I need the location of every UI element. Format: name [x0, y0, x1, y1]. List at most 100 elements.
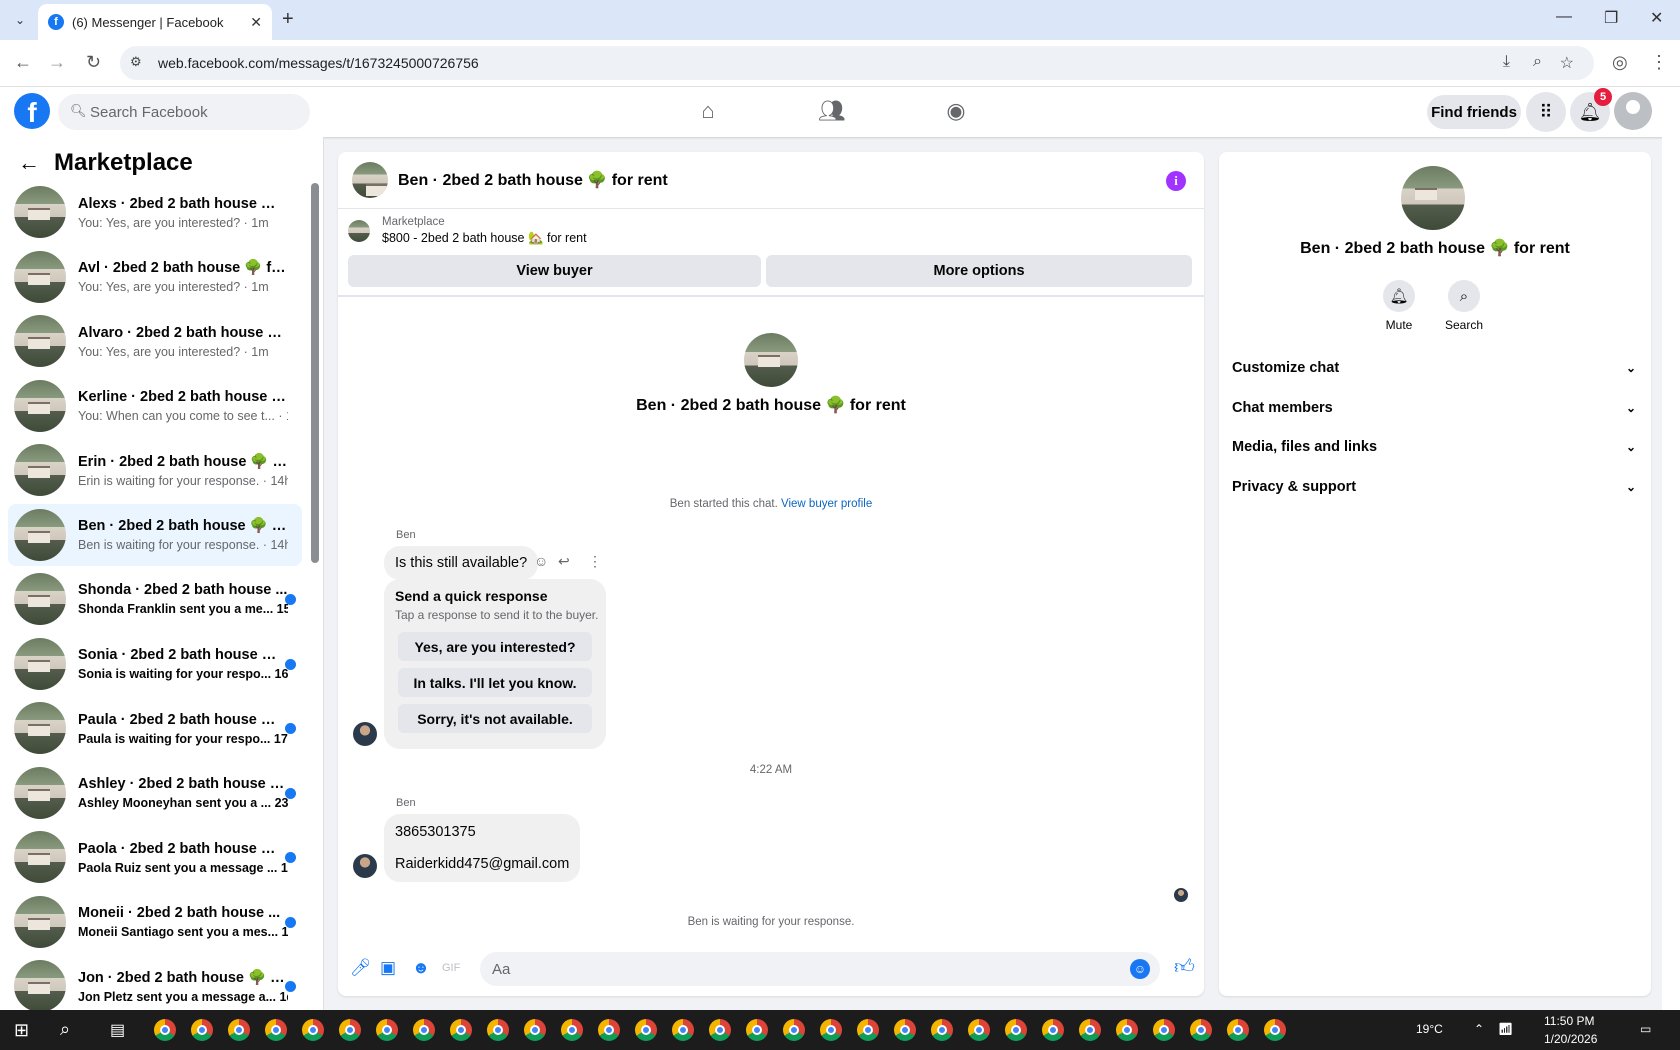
- restore-icon[interactable]: ❐: [1604, 8, 1618, 28]
- chrome-taskbar-icon[interactable]: [487, 1019, 509, 1041]
- new-tab-icon[interactable]: +: [282, 8, 294, 31]
- view-buyer-profile-link[interactable]: View buyer profile: [781, 498, 872, 510]
- conversation-item[interactable]: Alexs · 2bed 2 bath house 🌳 fo... You: Ye…: [8, 181, 302, 243]
- notification-center-icon[interactable]: ▭: [1640, 1022, 1651, 1036]
- chrome-taskbar-icon[interactable]: [709, 1019, 731, 1041]
- reply-icon[interactable]: ↩: [558, 553, 570, 570]
- chrome-taskbar-icon[interactable]: [191, 1019, 213, 1041]
- address-bar[interactable]: ⚙ web.facebook.com/messages/t/1673245000…: [120, 46, 1594, 80]
- sidebar-scrollbar[interactable]: [311, 183, 319, 563]
- sender-avatar[interactable]: [353, 722, 377, 746]
- forward-icon[interactable]: →: [48, 52, 66, 73]
- chrome-taskbar-icon[interactable]: [1190, 1019, 1212, 1041]
- chat-avatar[interactable]: [352, 162, 388, 198]
- search-input[interactable]: 🔍︎ Search Facebook: [58, 94, 310, 130]
- section-customize-chat[interactable]: Customize chat ⌄: [1232, 360, 1636, 376]
- chrome-taskbar-icon[interactable]: [1079, 1019, 1101, 1041]
- quick-reply-button[interactable]: Sorry, it's not available.: [398, 704, 592, 733]
- minimize-icon[interactable]: —: [1556, 8, 1572, 26]
- section-media-files[interactable]: Media, files and links ⌄: [1232, 439, 1636, 455]
- tab-search-icon[interactable]: ⌄: [8, 8, 32, 32]
- chrome-taskbar-icon[interactable]: [1005, 1019, 1027, 1041]
- chrome-taskbar-icon[interactable]: [635, 1019, 657, 1041]
- chrome-taskbar-icon[interactable]: [894, 1019, 916, 1041]
- sender-avatar[interactable]: [353, 854, 377, 878]
- chrome-taskbar-icon[interactable]: [1042, 1019, 1064, 1041]
- home-icon[interactable]: ⌂: [694, 97, 722, 125]
- account-avatar[interactable]: [1614, 92, 1652, 130]
- profile-icon[interactable]: ◎: [1612, 52, 1628, 73]
- chrome-taskbar-icon[interactable]: [154, 1019, 176, 1041]
- chrome-taskbar-icon[interactable]: [1227, 1019, 1249, 1041]
- message-input[interactable]: Aa ☺: [480, 952, 1160, 986]
- friends-icon[interactable]: 👥︎: [818, 97, 846, 125]
- conversation-item[interactable]: Paola · 2bed 2 bath house 🌳 f... Paola Ru…: [8, 826, 302, 888]
- conversation-item[interactable]: Jon · 2bed 2 bath house 🌳 fo... Jon Pletz…: [8, 955, 302, 1017]
- conversation-item[interactable]: Kerline · 2bed 2 bath house 🌳 f... You: W…: [8, 375, 302, 437]
- install-icon[interactable]: ⤓: [1503, 53, 1510, 71]
- find-friends-button[interactable]: Find friends: [1427, 95, 1521, 129]
- chrome-taskbar-icon[interactable]: [820, 1019, 842, 1041]
- conversation-item[interactable]: Alvaro · 2bed 2 bath house 🌳 f... You: Ye…: [8, 310, 302, 372]
- section-privacy-support[interactable]: Privacy & support ⌄: [1232, 479, 1636, 495]
- reload-icon[interactable]: ↻: [86, 52, 101, 73]
- conversation-item[interactable]: Paula · 2bed 2 bath house 🌳 f... Paula is…: [8, 697, 302, 759]
- listing-banner[interactable]: Marketplace $800 - 2bed 2 bath house 🏡 f…: [348, 216, 587, 246]
- message-bubble[interactable]: Is this still available?: [384, 546, 539, 580]
- quick-reply-button[interactable]: In talks. I'll let you know.: [398, 668, 592, 697]
- tab-close-icon[interactable]: ✕: [250, 14, 262, 31]
- chrome-taskbar-icon[interactable]: [524, 1019, 546, 1041]
- chrome-taskbar-icon[interactable]: [339, 1019, 361, 1041]
- view-buyer-button[interactable]: View buyer: [348, 255, 761, 287]
- react-icon[interactable]: ☺: [534, 553, 548, 569]
- menu-grid-icon[interactable]: ⠿: [1526, 92, 1566, 132]
- chrome-taskbar-icon[interactable]: [561, 1019, 583, 1041]
- weather-temp[interactable]: 19°C: [1416, 1022, 1443, 1036]
- search-chat-button[interactable]: ⌕ Search: [1434, 280, 1494, 332]
- photo-icon[interactable]: ▣: [380, 958, 396, 978]
- chrome-taskbar-icon[interactable]: [302, 1019, 324, 1041]
- chrome-taskbar-icon[interactable]: [376, 1019, 398, 1041]
- chrome-taskbar-icon[interactable]: [1116, 1019, 1138, 1041]
- back-arrow-icon[interactable]: ←: [18, 150, 40, 176]
- conversation-item[interactable]: Shonda · 2bed 2 bath house ... Shonda Fra…: [8, 568, 302, 630]
- back-icon[interactable]: ←: [14, 52, 32, 73]
- browser-tab[interactable]: f (6) Messenger | Facebook ✕: [38, 4, 272, 40]
- mute-button[interactable]: 🔔︎ Mute: [1369, 280, 1429, 332]
- chrome-taskbar-icon[interactable]: [783, 1019, 805, 1041]
- microphone-icon[interactable]: 🎤︎: [350, 958, 372, 978]
- chrome-taskbar-icon[interactable]: [931, 1019, 953, 1041]
- wifi-icon[interactable]: 📶︎: [1498, 1022, 1513, 1036]
- gif-icon[interactable]: GIF: [442, 962, 460, 974]
- chrome-taskbar-icon[interactable]: [598, 1019, 620, 1041]
- message-bubble[interactable]: 3865301375 Raiderkidd475@gmail.com: [384, 814, 581, 882]
- like-icon[interactable]: 👍︎: [1174, 955, 1195, 979]
- conversation-item[interactable]: Moneii · 2bed 2 bath house ... Moneii San…: [8, 891, 302, 953]
- conversation-item[interactable]: Ashley · 2bed 2 bath house 🌳... Ashley Mo…: [8, 762, 302, 824]
- conversation-item[interactable]: Avl · 2bed 2 bath house 🌳 for r... You: Y…: [8, 246, 302, 308]
- conversation-item[interactable]: Ben · 2bed 2 bath house 🌳 for ... Ben is …: [8, 503, 302, 566]
- window-close-icon[interactable]: ✕: [1650, 8, 1663, 28]
- quick-reply-button[interactable]: Yes, are you interested?: [398, 632, 592, 661]
- chrome-taskbar-icon[interactable]: [413, 1019, 435, 1041]
- chrome-taskbar-icon[interactable]: [672, 1019, 694, 1041]
- tray-chevron-icon[interactable]: ⌃: [1474, 1022, 1484, 1036]
- facebook-logo-icon[interactable]: f: [14, 93, 50, 129]
- chrome-taskbar-icon[interactable]: [1153, 1019, 1175, 1041]
- chat-title[interactable]: Ben · 2bed 2 bath house 🌳 for rent: [398, 170, 668, 190]
- conversation-item[interactable]: Erin · 2bed 2 bath house 🌳 for ... Erin i…: [8, 439, 302, 501]
- bookmark-star-icon[interactable]: ☆: [1560, 53, 1574, 73]
- info-icon[interactable]: i: [1166, 171, 1186, 191]
- clock-date[interactable]: 1/20/2026: [1544, 1032, 1597, 1046]
- more-options-button[interactable]: More options: [766, 255, 1192, 287]
- zoom-icon[interactable]: ⌕: [1533, 53, 1542, 71]
- page-scrollbar[interactable]: [1662, 87, 1680, 1010]
- emoji-icon[interactable]: ☺: [1130, 959, 1150, 979]
- clock-time[interactable]: 11:50 PM: [1544, 1014, 1594, 1028]
- task-view-icon[interactable]: ▤: [110, 1020, 125, 1040]
- search-icon[interactable]: ⌕: [60, 1019, 70, 1040]
- chrome-taskbar-icon[interactable]: [746, 1019, 768, 1041]
- chrome-taskbar-icon[interactable]: [228, 1019, 250, 1041]
- more-icon[interactable]: ⋮: [588, 553, 602, 570]
- windows-start-icon[interactable]: ⊞: [14, 1020, 29, 1041]
